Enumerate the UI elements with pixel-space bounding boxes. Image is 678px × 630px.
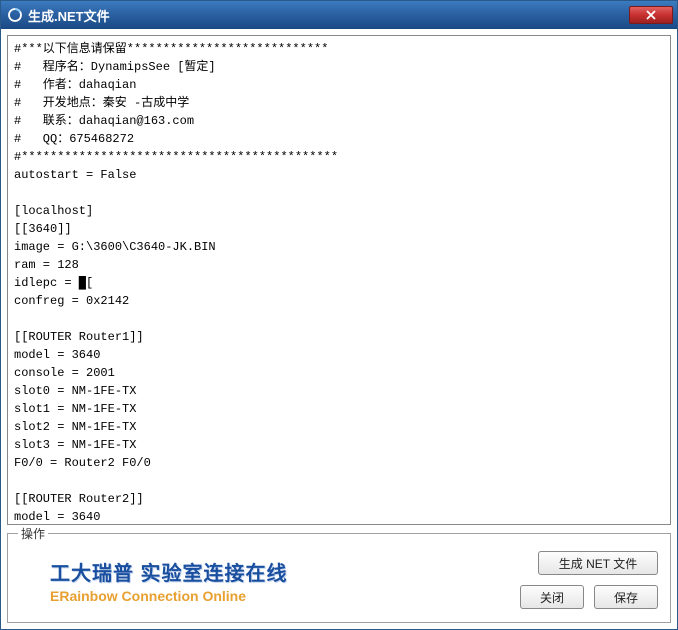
client-area: 操作 工大瑞普 实验室连接在线 ERainbow Connection Onli… [1,29,677,629]
banner-cn: 工大瑞普 实验室连接在线 [50,557,508,586]
banner-en: ERainbow Connection Online [50,588,508,604]
net-file-textarea[interactable] [8,36,670,524]
close-icon [645,10,657,20]
save-button[interactable]: 保存 [594,585,658,609]
operations-group: 操作 工大瑞普 实验室连接在线 ERainbow Connection Onli… [7,533,671,623]
generate-net-button[interactable]: 生成 NET 文件 [538,551,658,575]
window-close-button[interactable] [629,6,673,24]
title-bar[interactable]: 生成.NET文件 [1,1,677,29]
close-button[interactable]: 关闭 [520,585,584,609]
editor-frame [7,35,671,525]
banner: 工大瑞普 实验室连接在线 ERainbow Connection Online [50,557,508,604]
app-icon [7,7,23,23]
app-window: 生成.NET文件 操作 工大瑞普 实验室连接在线 ERainbow Connec… [0,0,678,630]
button-column: 生成 NET 文件 关闭 保存 [520,551,658,609]
operations-legend: 操作 [18,525,48,542]
window-title: 生成.NET文件 [28,6,629,25]
button-row: 关闭 保存 [520,585,658,609]
